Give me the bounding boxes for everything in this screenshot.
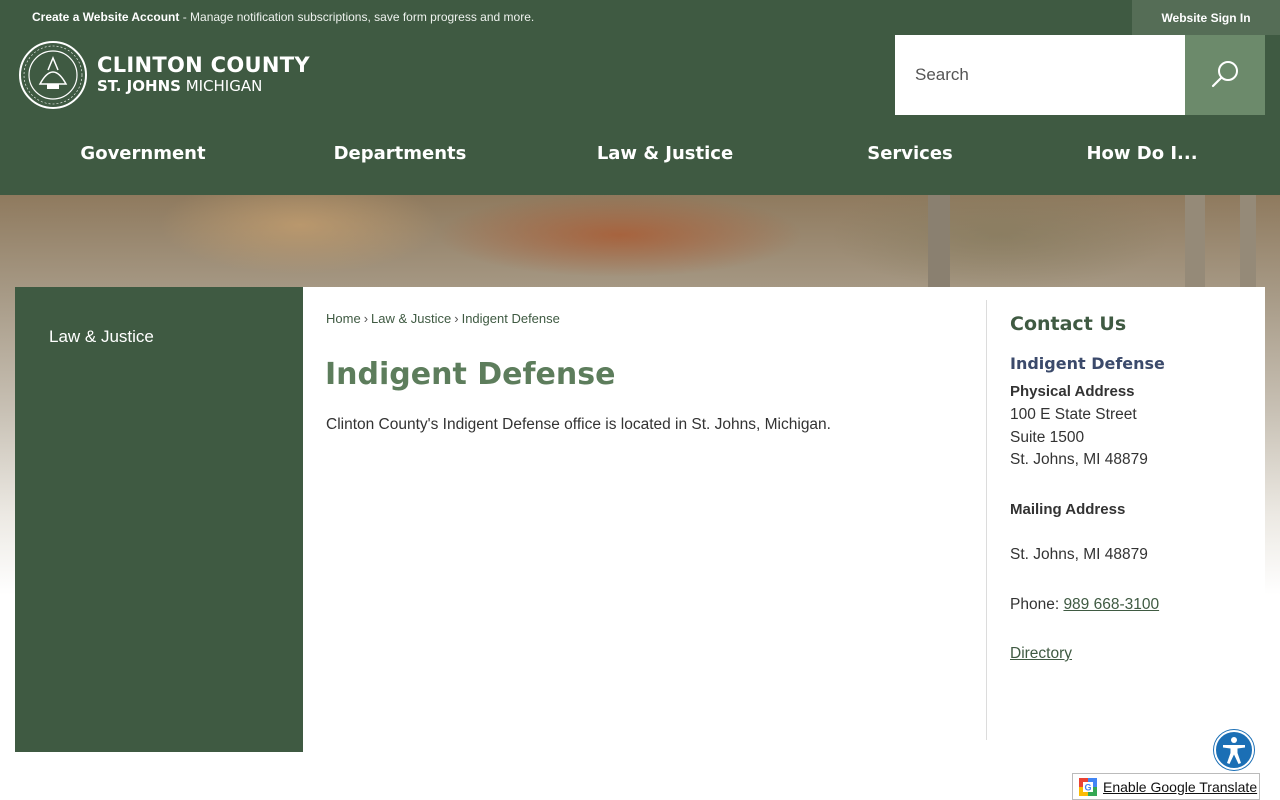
logo-title: CLINTON COUNTY xyxy=(97,53,310,77)
google-translate-button[interactable]: G Enable Google Translate xyxy=(1072,773,1260,800)
banner-tree-trunk xyxy=(1185,195,1205,287)
nav-government[interactable]: Government xyxy=(80,143,205,164)
site-header: CLINTON COUNTY ST. JOHNS MICHIGAN Govern… xyxy=(0,35,1280,195)
logo-subtitle-rest: MICHIGAN xyxy=(180,77,263,95)
breadcrumb-separator: › xyxy=(454,311,459,326)
physical-address-line: Suite 1500 xyxy=(1010,429,1085,446)
accessibility-button[interactable] xyxy=(1214,730,1254,770)
breadcrumb-separator: › xyxy=(363,311,369,326)
accessibility-icon xyxy=(1223,737,1245,764)
intro-text: Clinton County's Indigent Defense office… xyxy=(326,416,831,433)
physical-address-label: Physical Address xyxy=(1010,383,1135,400)
physical-address-line: 100 E State Street xyxy=(1010,406,1137,423)
banner-tree-trunk xyxy=(1240,195,1256,287)
nav-departments[interactable]: Departments xyxy=(334,143,467,164)
main-navigation: Government Departments Law & Justice Ser… xyxy=(0,135,1280,175)
translate-label: Enable Google Translate xyxy=(1103,778,1258,795)
contact-title: Contact Us xyxy=(1010,313,1127,335)
phone-link[interactable]: 989 668-3100 xyxy=(1063,596,1159,613)
breadcrumb: Home › Law & Justice › Indigent Defense xyxy=(326,311,560,326)
account-message: Create a Website Account - Manage notifi… xyxy=(32,10,534,24)
website-sign-in-button[interactable]: Website Sign In xyxy=(1132,0,1280,35)
search-icon xyxy=(1211,61,1238,88)
content-divider xyxy=(986,300,987,740)
search-box xyxy=(895,35,1185,115)
logo-subtitle: ST. JOHNS MICHIGAN xyxy=(97,77,262,95)
utility-bar: Create a Website Account - Manage notifi… xyxy=(0,0,1280,35)
contact-department: Indigent Defense xyxy=(1010,354,1165,373)
breadcrumb-law-justice[interactable]: Law & Justice xyxy=(371,311,451,326)
search-button[interactable] xyxy=(1185,35,1265,115)
breadcrumb-home[interactable]: Home xyxy=(326,311,361,326)
mailing-address-line: St. Johns, MI 48879 xyxy=(1010,546,1148,563)
google-translate-icon: G xyxy=(1079,777,1097,796)
create-account-link[interactable]: Create a Website Account xyxy=(32,10,179,24)
search-input[interactable] xyxy=(895,35,1185,115)
nav-law-justice[interactable]: Law & Justice xyxy=(597,143,733,164)
phone-label: Phone: xyxy=(1010,596,1064,613)
county-seal-logo[interactable] xyxy=(18,40,88,110)
sidebar: Law & Justice xyxy=(15,287,303,752)
mailing-address-label: Mailing Address xyxy=(1010,501,1126,518)
account-description: - Manage notification subscriptions, sav… xyxy=(179,10,535,24)
nav-how-do-i[interactable]: How Do I... xyxy=(1086,143,1197,164)
nav-services[interactable]: Services xyxy=(867,143,953,164)
logo-subtitle-bold: ST. JOHNS xyxy=(97,77,181,95)
phone-line: Phone: 989 668-3100 xyxy=(1010,596,1159,614)
sidebar-item-law-justice[interactable]: Law & Justice xyxy=(49,327,154,347)
banner-tree-trunk xyxy=(928,195,950,287)
page-title: Indigent Defense xyxy=(325,357,616,392)
main-content: Home › Law & Justice › Indigent Defense Indi… xyxy=(303,287,1265,752)
directory-link[interactable]: Directory xyxy=(1010,645,1072,663)
physical-address-line: St. Johns, MI 48879 xyxy=(1010,451,1148,468)
breadcrumb-current[interactable]: Indigent Defense xyxy=(462,311,560,326)
svg-text:G: G xyxy=(1084,782,1091,792)
